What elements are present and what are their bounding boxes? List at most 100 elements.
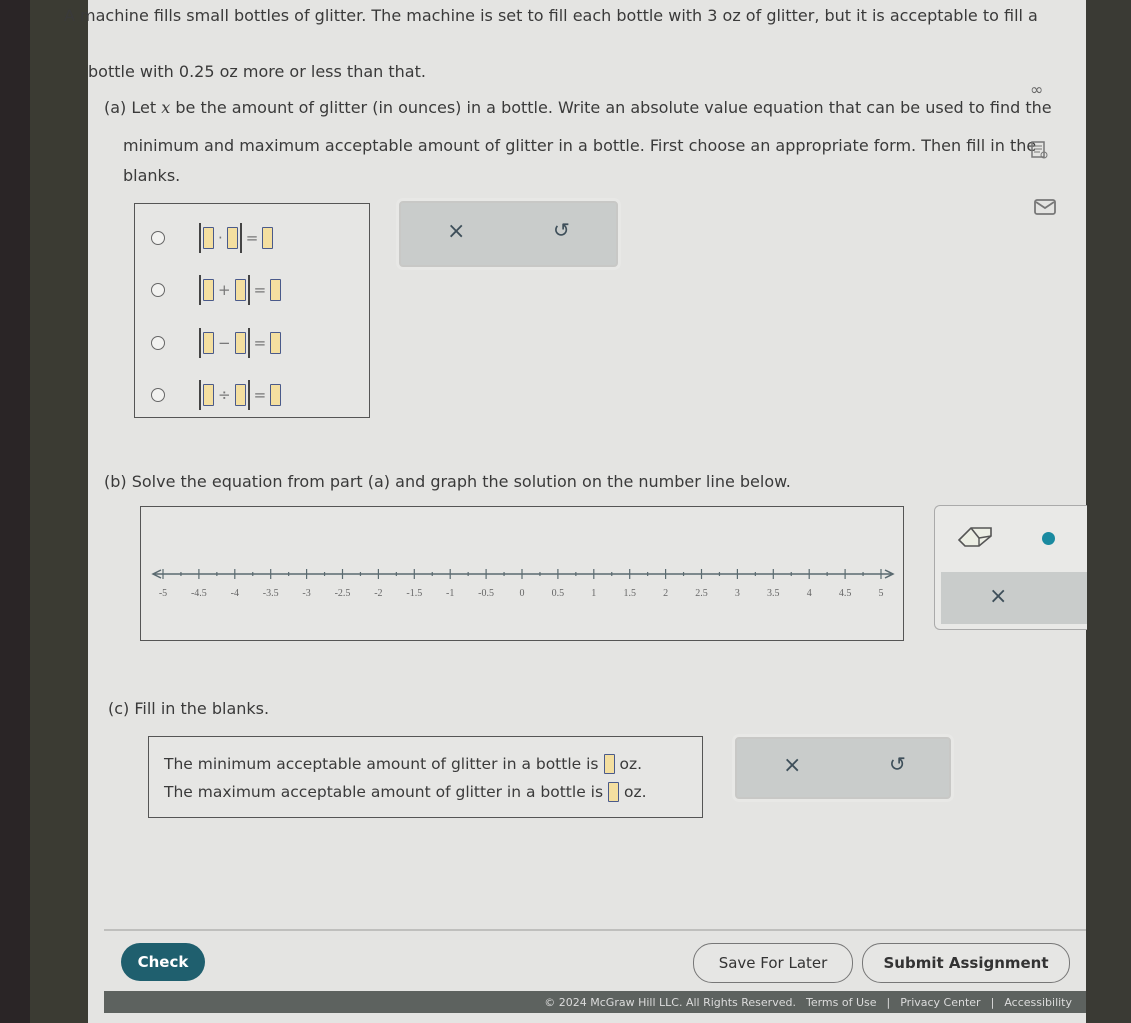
tick-label: 0: [520, 588, 525, 599]
equals-sign: =: [245, 229, 259, 247]
problem-text-line1: A machine fills small bottles of glitter…: [64, 6, 1038, 25]
choice-row-multiply[interactable]: · =: [135, 218, 369, 258]
tick-label: -1.5: [406, 588, 422, 599]
problem-text-line2: bottle with 0.25 oz more or less than th…: [88, 62, 426, 81]
tick-label: 4.5: [839, 588, 852, 599]
submit-assignment-button[interactable]: Submit Assignment: [862, 943, 1070, 983]
point-tool-icon[interactable]: [1042, 532, 1055, 545]
absolute-value-bars: ·: [199, 223, 242, 253]
unit-label: oz.: [619, 755, 643, 773]
equation-form-choices: · = + = − = ÷ =: [134, 203, 370, 418]
tick-label: 4: [807, 588, 812, 599]
tick-label: 2: [663, 588, 668, 599]
footer-separator: |: [886, 995, 891, 1009]
blank-input[interactable]: [203, 279, 214, 301]
tick-label: -3.5: [263, 588, 279, 599]
graph-toolbar: ×: [934, 505, 1087, 630]
choice-row-subtract[interactable]: − =: [135, 323, 369, 363]
radio-multiply[interactable]: [151, 231, 165, 245]
part-c-prompt: (c) Fill in the blanks.: [108, 699, 270, 718]
absolute-value-bars: −: [199, 328, 250, 358]
copyright-text: © 2024 McGraw Hill LLC. All Rights Reser…: [544, 995, 796, 1009]
undo-icon[interactable]: ↺: [889, 752, 906, 776]
reader-icon[interactable]: [1029, 140, 1049, 164]
part-a-prompt-line3: blanks.: [123, 166, 181, 185]
part-a-prompt-line1: (a) Let x be the amount of glitter (in o…: [104, 98, 1052, 118]
blank-input[interactable]: [234, 279, 246, 301]
radio-add[interactable]: [151, 283, 165, 297]
tick-label: -5: [159, 588, 167, 599]
eraser-icon[interactable]: [957, 524, 995, 554]
tick-label: -1: [446, 588, 454, 599]
mail-icon[interactable]: [1034, 199, 1056, 219]
tick-label: 1.5: [623, 588, 636, 599]
minimum-sentence: The minimum acceptable amount of glitter…: [164, 754, 642, 774]
tick-label: -2: [374, 588, 382, 599]
terms-of-use-link[interactable]: Terms of Use: [806, 996, 877, 1009]
equation-form-add: + =: [199, 275, 282, 305]
graph-clear-button[interactable]: ×: [941, 572, 1087, 624]
minimum-input[interactable]: [603, 754, 615, 774]
blank-input[interactable]: [234, 332, 246, 354]
blank-input[interactable]: [270, 384, 282, 406]
tick-label: 3.5: [767, 588, 780, 599]
check-button[interactable]: Check: [121, 943, 205, 981]
choice-row-divide[interactable]: ÷ =: [135, 375, 369, 415]
accessibility-link[interactable]: Accessibility: [1004, 996, 1072, 1009]
tick-label: 1: [591, 588, 596, 599]
equation-form-divide: ÷ =: [199, 380, 282, 410]
footer: © 2024 McGraw Hill LLC. All Rights Reser…: [104, 991, 1086, 1013]
footer-separator: |: [990, 995, 995, 1009]
clear-icon[interactable]: ×: [989, 584, 1007, 609]
blank-input[interactable]: [203, 332, 214, 354]
number-line-canvas[interactable]: -5 -4.5 -4 -3.5 -3 -2.5 -2 -1.5 -1 -0.5 0 0.5 1 1.5 2 2…: [141, 507, 903, 640]
save-for-later-button[interactable]: Save For Later: [693, 943, 853, 983]
monitor-bezel-right: [1086, 0, 1131, 1023]
undo-icon[interactable]: ↺: [553, 218, 570, 242]
monitor-bezel-left: [30, 0, 88, 1023]
operator: ·: [218, 229, 223, 247]
absolute-value-bars: ÷: [199, 380, 250, 410]
divider: [104, 929, 1086, 931]
blank-input[interactable]: [203, 384, 214, 406]
choice-row-add[interactable]: + =: [135, 270, 369, 310]
radio-subtract[interactable]: [151, 336, 165, 350]
monitor-bezel-left-dark: [0, 0, 30, 1023]
tick-label: -3: [302, 588, 310, 599]
blank-input[interactable]: [203, 227, 214, 249]
part-c-toolbar: × ↺: [735, 737, 951, 799]
operator: +: [218, 281, 231, 299]
privacy-center-link[interactable]: Privacy Center: [900, 996, 980, 1009]
blank-input[interactable]: [262, 227, 274, 249]
equation-form-subtract: − =: [199, 328, 282, 358]
maximum-input[interactable]: [608, 782, 620, 802]
infinity-icon[interactable]: ∞: [1030, 80, 1043, 99]
tick-label: 5: [879, 588, 884, 599]
variable-x: x: [161, 98, 171, 117]
radio-divide[interactable]: [151, 388, 165, 402]
operator: ÷: [218, 386, 231, 404]
clear-icon[interactable]: ×: [447, 219, 465, 244]
equals-sign: =: [253, 281, 267, 299]
part-a-text-pre: Let: [131, 98, 162, 117]
fill-in-blanks-box: The minimum acceptable amount of glitter…: [148, 736, 703, 818]
blank-input[interactable]: [234, 384, 246, 406]
blank-input[interactable]: [226, 227, 238, 249]
blank-input[interactable]: [270, 279, 282, 301]
tick-label: -2.5: [335, 588, 351, 599]
equals-sign: =: [253, 334, 267, 352]
clear-icon[interactable]: ×: [783, 753, 801, 778]
part-b-prompt: (b) Solve the equation from part (a) and…: [104, 472, 791, 491]
maximum-label: The maximum acceptable amount of glitter…: [164, 783, 604, 801]
part-a-prompt-line2: minimum and maximum acceptable amount of…: [123, 136, 1037, 155]
blank-input[interactable]: [270, 332, 282, 354]
equation-form-multiply: · =: [199, 223, 274, 253]
absolute-value-bars: +: [199, 275, 250, 305]
part-a-label: (a): [104, 98, 127, 117]
tick-label: 3: [735, 588, 740, 599]
number-line-graph[interactable]: -5 -4.5 -4 -3.5 -3 -2.5 -2 -1.5 -1 -0.5 0 0.5 1 1.5 2 2…: [140, 506, 904, 641]
tick-label: -4: [231, 588, 239, 599]
tick-label: 0.5: [552, 588, 565, 599]
unit-label: oz.: [624, 783, 647, 801]
minimum-label: The minimum acceptable amount of glitter…: [164, 755, 599, 773]
